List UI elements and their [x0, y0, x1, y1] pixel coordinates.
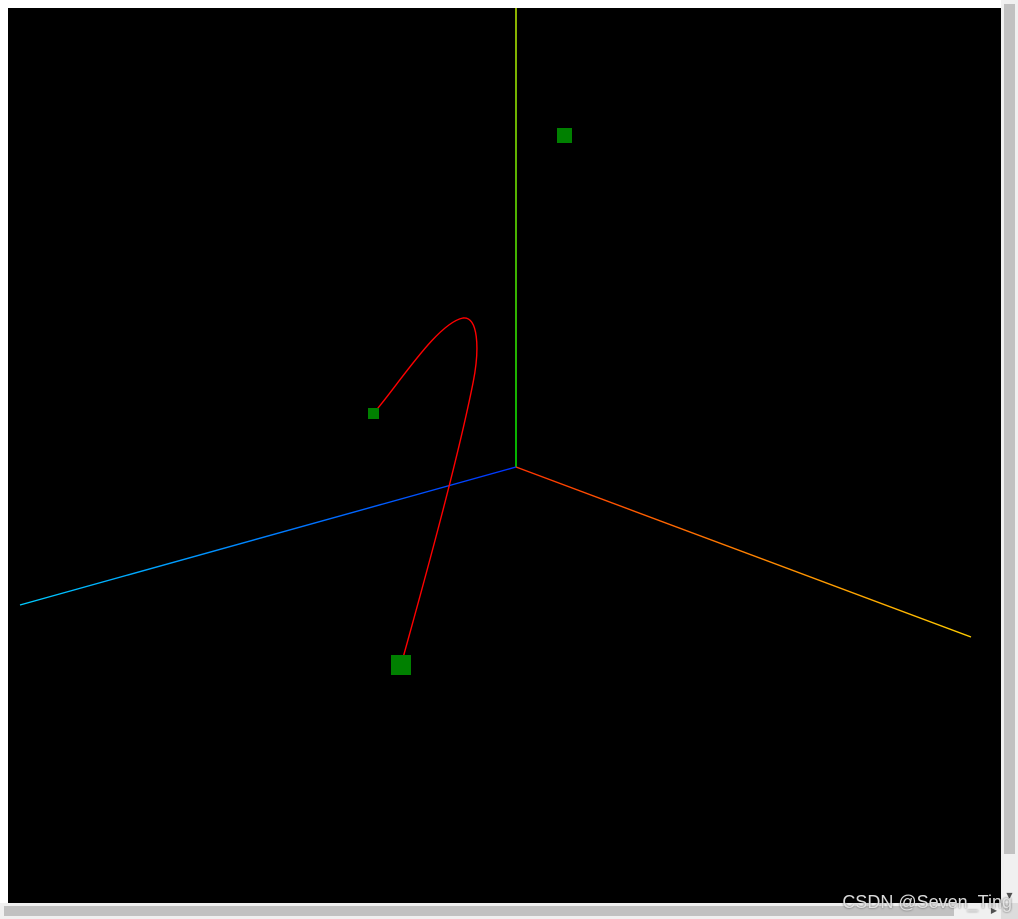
- browser-viewport: ▲ ▼ ◀ ▶ CSDN @Seven_Ting: [0, 0, 1018, 919]
- x-axis-line: [515, 466, 972, 638]
- scrollbar-corner: [1001, 903, 1018, 919]
- vertical-scrollbar[interactable]: ▲ ▼: [1001, 0, 1018, 903]
- z-axis-line: [19, 466, 517, 606]
- horizontal-scroll-thumb[interactable]: [4, 906, 954, 916]
- control-point-end[interactable]: [391, 655, 411, 675]
- control-point-top[interactable]: [557, 128, 572, 143]
- scroll-right-icon[interactable]: ▶: [987, 903, 1001, 919]
- scroll-down-icon[interactable]: ▼: [1001, 889, 1018, 903]
- bezier-curve: [373, 317, 478, 666]
- webgl-canvas[interactable]: [8, 8, 1001, 903]
- horizontal-scrollbar[interactable]: ◀ ▶: [0, 903, 1001, 919]
- control-point-start[interactable]: [368, 408, 379, 419]
- vertical-scroll-thumb[interactable]: [1004, 4, 1015, 854]
- three-scene[interactable]: [8, 8, 1001, 903]
